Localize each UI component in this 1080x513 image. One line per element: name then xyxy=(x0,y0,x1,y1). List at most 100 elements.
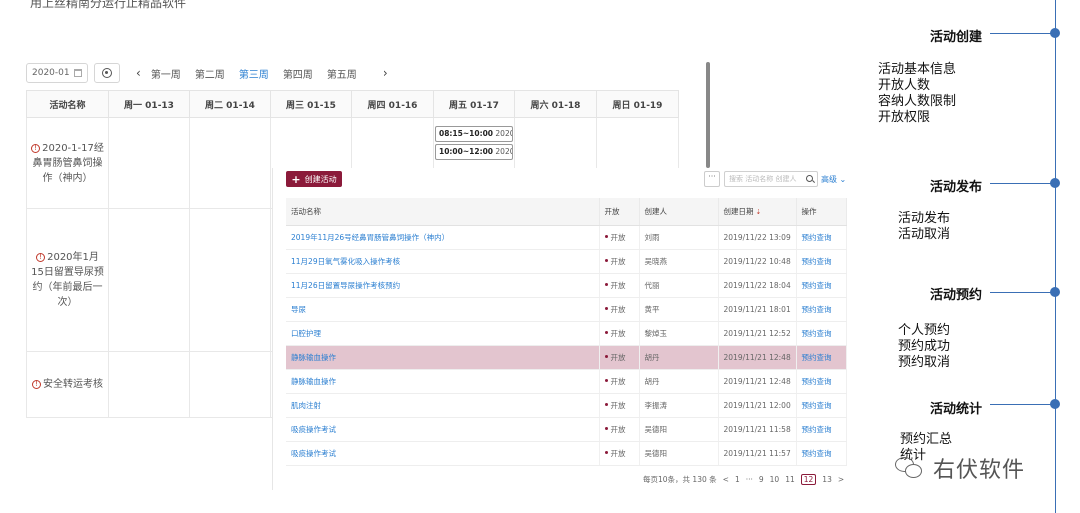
activity-name-link[interactable]: 吸痰操作考试 xyxy=(286,441,600,466)
page-12-current[interactable]: 12 xyxy=(800,474,817,485)
booking-query-link[interactable]: 预约查询 xyxy=(796,225,847,250)
calendar-activity-name[interactable]: ! 2020年1月15日留置导尿预约（年前最后一次） xyxy=(26,208,109,352)
cal-col-sun: 周日 01-19 xyxy=(596,90,679,118)
warning-icon: ! xyxy=(36,253,46,262)
activity-name-link[interactable]: 肌肉注射 xyxy=(286,393,600,418)
status-dot-icon xyxy=(604,402,608,406)
status-dot-icon xyxy=(604,306,608,310)
month-picker[interactable]: 2020-01 xyxy=(26,63,88,83)
calendar-slot[interactable]: 10:00~12:00 2020-1... xyxy=(435,144,513,160)
calendar-activity-name[interactable]: ! 2020-1-17经鼻胃肠管鼻饲操作（神内） xyxy=(26,117,109,209)
activity-name-link[interactable]: 吸痰操作考试 xyxy=(286,417,600,442)
pagination: 每页10条，共 130 条 < 1 ··· 9 10 11 12 13 > xyxy=(643,474,850,485)
prev-page-button[interactable]: < xyxy=(723,475,729,484)
section-title-create: 活动创建 xyxy=(930,30,983,45)
section-title-booking: 活动预约 xyxy=(930,288,983,303)
next-page-button[interactable]: > xyxy=(838,475,844,484)
table-row: 11月29日氧气雾化吸入操作考核 开放 吴晓燕 2019/11/22 10:48 预约查… xyxy=(286,249,847,274)
status-dot-icon xyxy=(604,234,608,238)
creator-cell: 吴晓燕 xyxy=(639,249,719,274)
page-11[interactable]: 11 xyxy=(785,475,795,484)
activity-name-link[interactable]: 静脉输血操作 xyxy=(286,345,600,370)
cal-col-sat: 周六 01-18 xyxy=(514,90,597,118)
chevron-right-icon[interactable]: › xyxy=(383,66,388,80)
cut-off-top-text: 用上丝精南分运行止精品软件 xyxy=(30,0,187,10)
calendar-toolbar: 2020-01 ‹ 第一周 第二周 第三周 第四周 第五周 › xyxy=(26,62,388,84)
status-dot-icon xyxy=(604,450,608,454)
list-col-date[interactable]: 创建日期 ⇣ xyxy=(718,198,797,226)
cal-col-activity: 活动名称 xyxy=(26,90,109,118)
activity-name-link[interactable]: 11月26日留置导尿操作考核预约 xyxy=(286,273,600,298)
date-cell: 2019/11/22 18:04 xyxy=(718,273,797,298)
list-col-creator: 创建人 xyxy=(639,198,719,226)
sort-icon[interactable]: ⇣ xyxy=(756,208,762,216)
booking-query-link[interactable]: 预约查询 xyxy=(796,345,847,370)
activity-list-table: 活动名称 开放 创建人 创建日期 ⇣ 操作 2019年11月26号经鼻胃肠管鼻饲操… xyxy=(286,198,847,466)
booking-query-link[interactable]: 预约查询 xyxy=(796,321,847,346)
crosshair-icon xyxy=(102,68,112,78)
date-cell: 2019/11/21 12:52 xyxy=(718,321,797,346)
date-cell: 2019/11/21 11:58 xyxy=(718,417,797,442)
booking-query-link[interactable]: 预约查询 xyxy=(796,297,847,322)
activity-name-link[interactable]: 导尿 xyxy=(286,297,600,322)
week-tab-1[interactable]: 第一周 xyxy=(151,66,181,81)
booking-query-link[interactable]: 预约查询 xyxy=(796,273,847,298)
table-row: 肌肉注射 开放 李振涛 2019/11/21 12:00 预约查询 xyxy=(286,393,847,418)
booking-query-link[interactable]: 预约查询 xyxy=(796,249,847,274)
connector-line xyxy=(990,404,1052,405)
activity-name-link[interactable]: 2019年11月26号经鼻胃肠管鼻饲操作（神内） xyxy=(286,225,600,250)
calendar-activity-name[interactable]: ! 安全转运考核 xyxy=(26,351,109,418)
page-10[interactable]: 10 xyxy=(770,475,780,484)
section-items-booking: 个人预约 预约成功 预约取消 xyxy=(898,323,951,370)
status-cell: 开放 xyxy=(599,345,640,370)
status-cell: 开放 xyxy=(599,297,640,322)
booking-query-link[interactable]: 预约查询 xyxy=(796,441,847,466)
booking-query-link[interactable]: 预约查询 xyxy=(796,417,847,442)
table-row: 导尿 开放 黄平 2019/11/21 18:01 预约查询 xyxy=(286,297,847,322)
wechat-logo-icon xyxy=(895,455,925,481)
create-activity-button[interactable]: + 创建活动 xyxy=(286,171,342,187)
table-row: 口腔护理 开放 黎焯玉 2019/11/21 12:52 预约查询 xyxy=(286,321,847,346)
page-9[interactable]: 9 xyxy=(759,475,764,484)
activity-name-link[interactable]: 11月29日氧气雾化吸入操作考核 xyxy=(286,249,600,274)
search-icon[interactable] xyxy=(806,175,813,182)
page-1[interactable]: 1 xyxy=(735,475,740,484)
calendar-scrollbar[interactable] xyxy=(706,62,710,168)
activity-name-link[interactable]: 口腔护理 xyxy=(286,321,600,346)
timeline-dot xyxy=(1050,287,1060,297)
booking-query-link[interactable]: 预约查询 xyxy=(796,369,847,394)
week-tab-2[interactable]: 第二周 xyxy=(195,66,225,81)
week-tab-4[interactable]: 第四周 xyxy=(283,66,313,81)
status-dot-icon xyxy=(604,258,608,262)
week-tab-5[interactable]: 第五周 xyxy=(327,66,357,81)
booking-query-link[interactable]: 预约查询 xyxy=(796,393,847,418)
connector-line xyxy=(990,292,1052,293)
advanced-search-link[interactable]: 高级 ⌄ xyxy=(821,174,846,185)
table-row: 吸痰操作考试 开放 吴德阳 2019/11/21 11:58 预约查询 xyxy=(286,417,847,442)
timeline-dot xyxy=(1050,399,1060,409)
date-cell: 2019/11/21 12:48 xyxy=(718,369,797,394)
cal-col-thu: 周四 01-16 xyxy=(351,90,434,118)
connector-line xyxy=(990,33,1052,34)
date-cell: 2019/11/21 11:57 xyxy=(718,441,797,466)
date-cell: 2019/11/22 10:48 xyxy=(718,249,797,274)
watermark-text: 右伏软件 xyxy=(933,458,1026,483)
table-row: 静脉输血操作 开放 胡丹 2019/11/21 12:48 预约查询 xyxy=(286,369,847,394)
search-input[interactable]: 搜索 活动名称 创建人 xyxy=(724,171,818,187)
watermark: 右伏软件 xyxy=(895,452,1025,484)
page-13[interactable]: 13 xyxy=(822,475,832,484)
timeline-dot xyxy=(1050,178,1060,188)
table-row: 2019年11月26号经鼻胃肠管鼻饲操作（神内） 开放 刘雨 2019/11/22 1… xyxy=(286,225,847,250)
more-options-button[interactable]: ··· xyxy=(704,171,720,187)
page-ellipsis: ··· xyxy=(745,475,753,484)
status-cell: 开放 xyxy=(599,393,640,418)
warning-icon: ! xyxy=(31,143,41,153)
activity-name-link[interactable]: 静脉输血操作 xyxy=(286,369,600,394)
week-tab-3[interactable]: 第三周 xyxy=(239,66,269,81)
table-row: 静脉输血操作 开放 胡丹 2019/11/21 12:48 预约查询 xyxy=(286,345,847,370)
plus-icon: + xyxy=(291,172,301,186)
calendar-slot[interactable]: 08:15~10:00 2020-1... xyxy=(435,126,513,142)
today-button[interactable] xyxy=(94,63,120,83)
chevron-left-icon[interactable]: ‹ xyxy=(136,66,141,80)
status-cell: 开放 xyxy=(599,249,640,274)
